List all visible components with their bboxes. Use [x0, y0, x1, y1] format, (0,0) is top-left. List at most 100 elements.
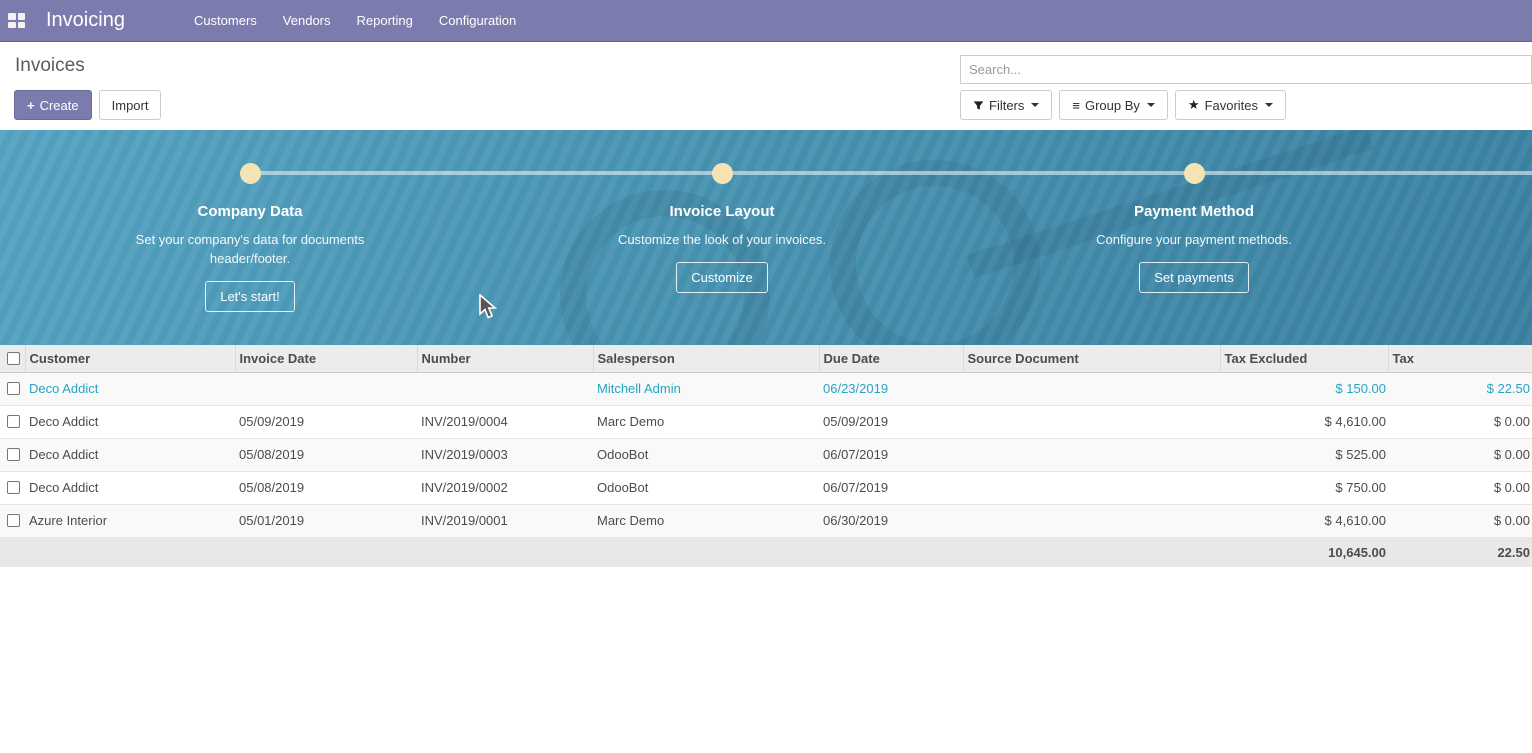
step-dot-icon — [712, 163, 733, 184]
group-by-icon: ≡ — [1072, 98, 1080, 113]
create-button[interactable]: + Create — [14, 90, 92, 120]
cell-tax[interactable]: $ 0.00 — [1388, 405, 1532, 438]
tax-total: 22.50 — [1388, 537, 1532, 567]
cell-tax-excluded[interactable]: $ 525.00 — [1220, 438, 1388, 471]
nav-menu-vendors[interactable]: Vendors — [270, 0, 344, 41]
cell-invoice-date[interactable]: 05/08/2019 — [235, 438, 417, 471]
column-header-customer[interactable]: Customer — [25, 345, 235, 372]
cell-invoice-date[interactable]: 05/01/2019 — [235, 504, 417, 537]
table-row[interactable]: Deco Addict 05/08/2019 INV/2019/0002 Odo… — [0, 471, 1532, 504]
onboarding-step-invoice-layout: Invoice Layout Customize the look of you… — [486, 130, 958, 312]
cell-number[interactable]: INV/2019/0004 — [417, 405, 593, 438]
column-header-salesperson[interactable]: Salesperson — [593, 345, 819, 372]
step-title: Company Data — [14, 203, 486, 220]
app-name[interactable]: Invoicing — [46, 9, 125, 32]
cell-customer[interactable]: Deco Addict — [25, 438, 235, 471]
cell-invoice-date[interactable]: 05/09/2019 — [235, 405, 417, 438]
step-description: Set your company's data for documents he… — [125, 230, 375, 268]
tax-excluded-total: 10,645.00 — [1220, 537, 1388, 567]
step-title: Invoice Layout — [486, 203, 958, 220]
table-row[interactable]: Azure Interior 05/01/2019 INV/2019/0001 … — [0, 504, 1532, 537]
step-dot-icon — [1184, 163, 1205, 184]
cell-due-date[interactable]: 05/09/2019 — [819, 405, 963, 438]
column-header-invoice-date[interactable]: Invoice Date — [235, 345, 417, 372]
row-checkbox[interactable] — [7, 481, 20, 494]
cell-tax[interactable]: $ 0.00 — [1388, 504, 1532, 537]
cell-due-date[interactable]: 06/07/2019 — [819, 438, 963, 471]
lets-start-button[interactable]: Let's start! — [205, 281, 295, 312]
select-all-checkbox[interactable] — [7, 352, 20, 365]
page-title: Invoices — [15, 55, 85, 77]
row-checkbox[interactable] — [7, 415, 20, 428]
cell-invoice-date[interactable]: 05/08/2019 — [235, 471, 417, 504]
filter-funnel-icon — [973, 100, 984, 111]
top-navbar: Invoicing Customers Vendors Reporting Co… — [0, 0, 1532, 42]
cell-salesperson[interactable]: Mitchell Admin — [593, 372, 819, 405]
step-description: Configure your payment methods. — [1069, 230, 1319, 249]
cell-number[interactable]: INV/2019/0002 — [417, 471, 593, 504]
cell-customer[interactable]: Deco Addict — [25, 405, 235, 438]
cell-tax-excluded[interactable]: $ 4,610.00 — [1220, 405, 1388, 438]
cell-tax-excluded[interactable]: $ 150.00 — [1220, 372, 1388, 405]
onboarding-banner: Company Data Set your company's data for… — [0, 130, 1532, 345]
table-row[interactable]: Deco Addict Mitchell Admin 06/23/2019 $ … — [0, 372, 1532, 405]
cell-salesperson[interactable]: OdooBot — [593, 471, 819, 504]
table-row[interactable]: Deco Addict 05/09/2019 INV/2019/0004 Mar… — [0, 405, 1532, 438]
step-dot-icon — [240, 163, 261, 184]
cell-source-document[interactable] — [963, 372, 1220, 405]
import-button[interactable]: Import — [99, 90, 162, 120]
cell-due-date[interactable]: 06/23/2019 — [819, 372, 963, 405]
plus-icon: + — [27, 98, 35, 113]
column-header-number[interactable]: Number — [417, 345, 593, 372]
set-payments-button[interactable]: Set payments — [1139, 262, 1249, 293]
chevron-down-icon — [1265, 103, 1273, 107]
column-header-tax-excluded[interactable]: Tax Excluded — [1220, 345, 1388, 372]
create-button-label: Create — [40, 98, 79, 113]
nav-menu-customers[interactable]: Customers — [181, 0, 270, 41]
cell-customer[interactable]: Deco Addict — [25, 372, 235, 405]
chevron-down-icon — [1147, 103, 1155, 107]
cell-tax-excluded[interactable]: $ 4,610.00 — [1220, 504, 1388, 537]
cell-number[interactable] — [417, 372, 593, 405]
row-checkbox[interactable] — [7, 514, 20, 527]
cell-due-date[interactable]: 06/07/2019 — [819, 471, 963, 504]
cell-salesperson[interactable]: OdooBot — [593, 438, 819, 471]
cell-salesperson[interactable]: Marc Demo — [593, 405, 819, 438]
cell-invoice-date[interactable] — [235, 372, 417, 405]
chevron-down-icon — [1031, 103, 1039, 107]
group-by-button[interactable]: ≡ Group By — [1059, 90, 1168, 120]
apps-grid-icon[interactable] — [8, 13, 25, 28]
cell-source-document[interactable] — [963, 405, 1220, 438]
customize-button[interactable]: Customize — [676, 262, 767, 293]
nav-menu: Customers Vendors Reporting Configuratio… — [181, 0, 529, 41]
cell-source-document[interactable] — [963, 438, 1220, 471]
table-footer-row: 10,645.00 22.50 — [0, 537, 1532, 567]
onboarding-step-company-data: Company Data Set your company's data for… — [14, 130, 486, 312]
row-checkbox[interactable] — [7, 448, 20, 461]
column-header-tax[interactable]: Tax — [1388, 345, 1532, 372]
search-input[interactable] — [960, 55, 1532, 84]
cell-tax[interactable]: $ 0.00 — [1388, 471, 1532, 504]
column-header-source-document[interactable]: Source Document — [963, 345, 1220, 372]
cell-source-document[interactable] — [963, 471, 1220, 504]
cell-number[interactable]: INV/2019/0001 — [417, 504, 593, 537]
cell-salesperson[interactable]: Marc Demo — [593, 504, 819, 537]
favorites-button[interactable]: ★ Favorites — [1175, 90, 1286, 120]
cell-tax-excluded[interactable]: $ 750.00 — [1220, 471, 1388, 504]
table-row[interactable]: Deco Addict 05/08/2019 INV/2019/0003 Odo… — [0, 438, 1532, 471]
import-button-label: Import — [112, 98, 149, 113]
row-checkbox[interactable] — [7, 382, 20, 395]
column-header-due-date[interactable]: Due Date — [819, 345, 963, 372]
cell-due-date[interactable]: 06/30/2019 — [819, 504, 963, 537]
cell-source-document[interactable] — [963, 504, 1220, 537]
filters-button[interactable]: Filters — [960, 90, 1052, 120]
cell-customer[interactable]: Deco Addict — [25, 471, 235, 504]
nav-menu-reporting[interactable]: Reporting — [344, 0, 426, 41]
cell-tax[interactable]: $ 22.50 — [1388, 372, 1532, 405]
onboarding-step-payment-method: Payment Method Configure your payment me… — [958, 130, 1430, 312]
favorites-button-label: Favorites — [1205, 98, 1258, 113]
cell-tax[interactable]: $ 0.00 — [1388, 438, 1532, 471]
nav-menu-configuration[interactable]: Configuration — [426, 0, 529, 41]
cell-number[interactable]: INV/2019/0003 — [417, 438, 593, 471]
cell-customer[interactable]: Azure Interior — [25, 504, 235, 537]
